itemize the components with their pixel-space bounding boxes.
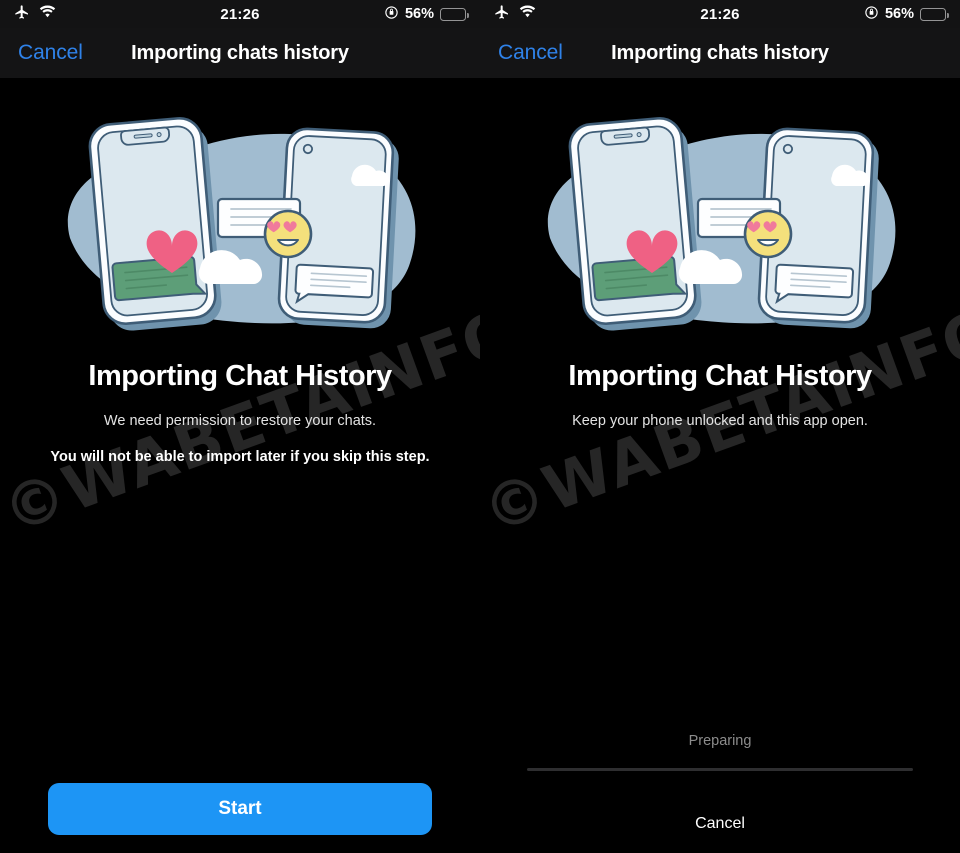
panel-permission-step: 21:26 56% Cancel Importing chats history <box>0 0 480 853</box>
nav-cancel-button[interactable]: Cancel <box>0 41 83 65</box>
heart-eyes-emoji-icon <box>263 209 313 259</box>
panel-content: ©WABETAINFO <box>480 88 960 853</box>
panel-content: ©WABETAINFO <box>0 88 480 853</box>
page-subtitle: We need permission to restore your chats… <box>103 413 377 429</box>
start-button[interactable]: Start <box>48 783 432 835</box>
rotation-lock-icon <box>864 5 879 24</box>
rotation-lock-icon <box>384 5 399 24</box>
progress-bar <box>527 768 913 771</box>
progress-section: Preparing <box>480 733 960 771</box>
page-title: Importing Chat History <box>568 360 872 392</box>
battery-icon <box>920 7 949 21</box>
heart-eyes-emoji-icon <box>743 209 793 259</box>
hero-illustration <box>0 88 480 338</box>
nav-cancel-button[interactable]: Cancel <box>480 41 563 65</box>
dual-screenshot-container: 21:26 56% Cancel Importing chats history <box>0 0 960 853</box>
two-phones-chat-transfer-illustration <box>547 117 896 331</box>
battery-percent-label: 56% <box>404 6 434 22</box>
battery-percent-label: 56% <box>884 6 914 22</box>
two-phones-chat-transfer-illustration <box>67 117 416 331</box>
nav-bar: Cancel Importing chats history <box>480 28 960 78</box>
hero-illustration <box>480 88 960 338</box>
panel-importing-progress: 21:26 56% Cancel Importing chats history <box>480 0 960 853</box>
status-bar: 21:26 56% <box>480 0 960 28</box>
battery-icon <box>440 7 469 21</box>
status-bar-right: 56% <box>864 5 949 24</box>
status-bar: 21:26 56% <box>0 0 480 28</box>
page-title: Importing Chat History <box>88 360 392 392</box>
page-subtitle: Keep your phone unlocked and this app op… <box>572 413 868 429</box>
cancel-import-button[interactable]: Cancel <box>480 815 960 833</box>
nav-bar: Cancel Importing chats history <box>0 28 480 78</box>
progress-status-label: Preparing <box>688 733 752 749</box>
page-warning-text: You will not be able to import later if … <box>50 449 430 465</box>
status-bar-right: 56% <box>384 5 469 24</box>
